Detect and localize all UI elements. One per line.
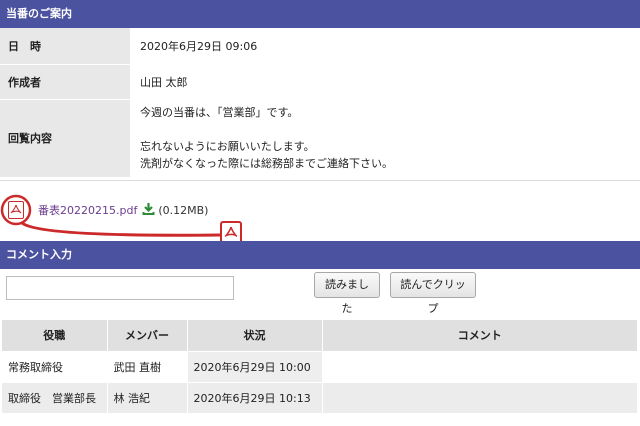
row-comment bbox=[322, 351, 638, 383]
row-role: 取締役 営業部長 bbox=[2, 382, 108, 414]
read-and-clip-button[interactable]: 読んでクリップ bbox=[390, 272, 476, 315]
table-row bbox=[2, 413, 638, 426]
column-header-comment: コメント bbox=[322, 320, 638, 352]
member-status-table: 役職 メンバー 状況 コメント 常務取締役 武田 直樹 2020年6月29日 1… bbox=[2, 320, 638, 426]
content-line-1: 今週の当番は、「営業部」です。 bbox=[140, 106, 299, 119]
download-icon[interactable] bbox=[142, 202, 155, 218]
pdf-icon[interactable] bbox=[8, 201, 24, 219]
notice-info-table: 日 時 2020年6月29日 09:06 作成者 山田 太郎 回覧内容 今週の当… bbox=[0, 28, 640, 178]
attachment-link[interactable]: 番表20220215.pdf bbox=[38, 202, 137, 218]
table-header-row: 役職 メンバー 状況 コメント bbox=[2, 320, 638, 352]
row-role: 常務取締役 bbox=[2, 351, 108, 383]
attachment-row: 番表20220215.pdf (0.12MB) bbox=[8, 201, 208, 219]
row-comment bbox=[322, 382, 638, 414]
row-role bbox=[2, 413, 108, 426]
date-label: 日 時 bbox=[0, 28, 131, 65]
author-label: 作成者 bbox=[0, 64, 131, 100]
row-status: 2020年6月29日 10:00 bbox=[187, 351, 323, 383]
column-header-member: メンバー bbox=[107, 320, 188, 352]
info-row-author: 作成者 山田 太郎 bbox=[0, 64, 640, 100]
table-row: 常務取締役 武田 直樹 2020年6月29日 10:00 bbox=[2, 351, 638, 383]
row-member: 武田 直樹 bbox=[107, 351, 188, 383]
column-header-status: 状況 bbox=[187, 320, 323, 352]
content-label: 回覧内容 bbox=[0, 99, 131, 178]
column-header-role: 役職 bbox=[2, 320, 108, 352]
read-button[interactable]: 読みました bbox=[314, 272, 380, 315]
content-value: 今週の当番は、「営業部」です。 忘れないようにお願いいたします。 洗剤がなくなっ… bbox=[130, 99, 640, 178]
info-row-content: 回覧内容 今週の当番は、「営業部」です。 忘れないようにお願いいたします。 洗剤… bbox=[0, 99, 640, 178]
date-value: 2020年6月29日 09:06 bbox=[130, 28, 640, 65]
row-status: 2020年6月29日 10:13 bbox=[187, 382, 323, 414]
attachment-size: (0.12MB) bbox=[158, 203, 209, 217]
table-row: 取締役 営業部長 林 浩紀 2020年6月29日 10:13 bbox=[2, 382, 638, 414]
content-line-4: 洗剤がなくなった際には総務部までご連絡下さい。 bbox=[140, 157, 393, 170]
row-status bbox=[187, 413, 323, 426]
info-row-date: 日 時 2020年6月29日 09:06 bbox=[0, 28, 640, 65]
notice-header: 当番のご案内 bbox=[0, 0, 640, 28]
comment-input[interactable] bbox=[6, 276, 234, 300]
row-comment bbox=[322, 413, 638, 426]
row-member: 林 浩紀 bbox=[107, 382, 188, 414]
content-line-3: 忘れないようにお願いいたします。 bbox=[140, 140, 315, 153]
row-member bbox=[107, 413, 188, 426]
content-line-2 bbox=[140, 121, 640, 138]
divider bbox=[0, 180, 640, 181]
comment-header: コメント入力 bbox=[0, 241, 640, 269]
author-value: 山田 太郎 bbox=[130, 64, 640, 100]
